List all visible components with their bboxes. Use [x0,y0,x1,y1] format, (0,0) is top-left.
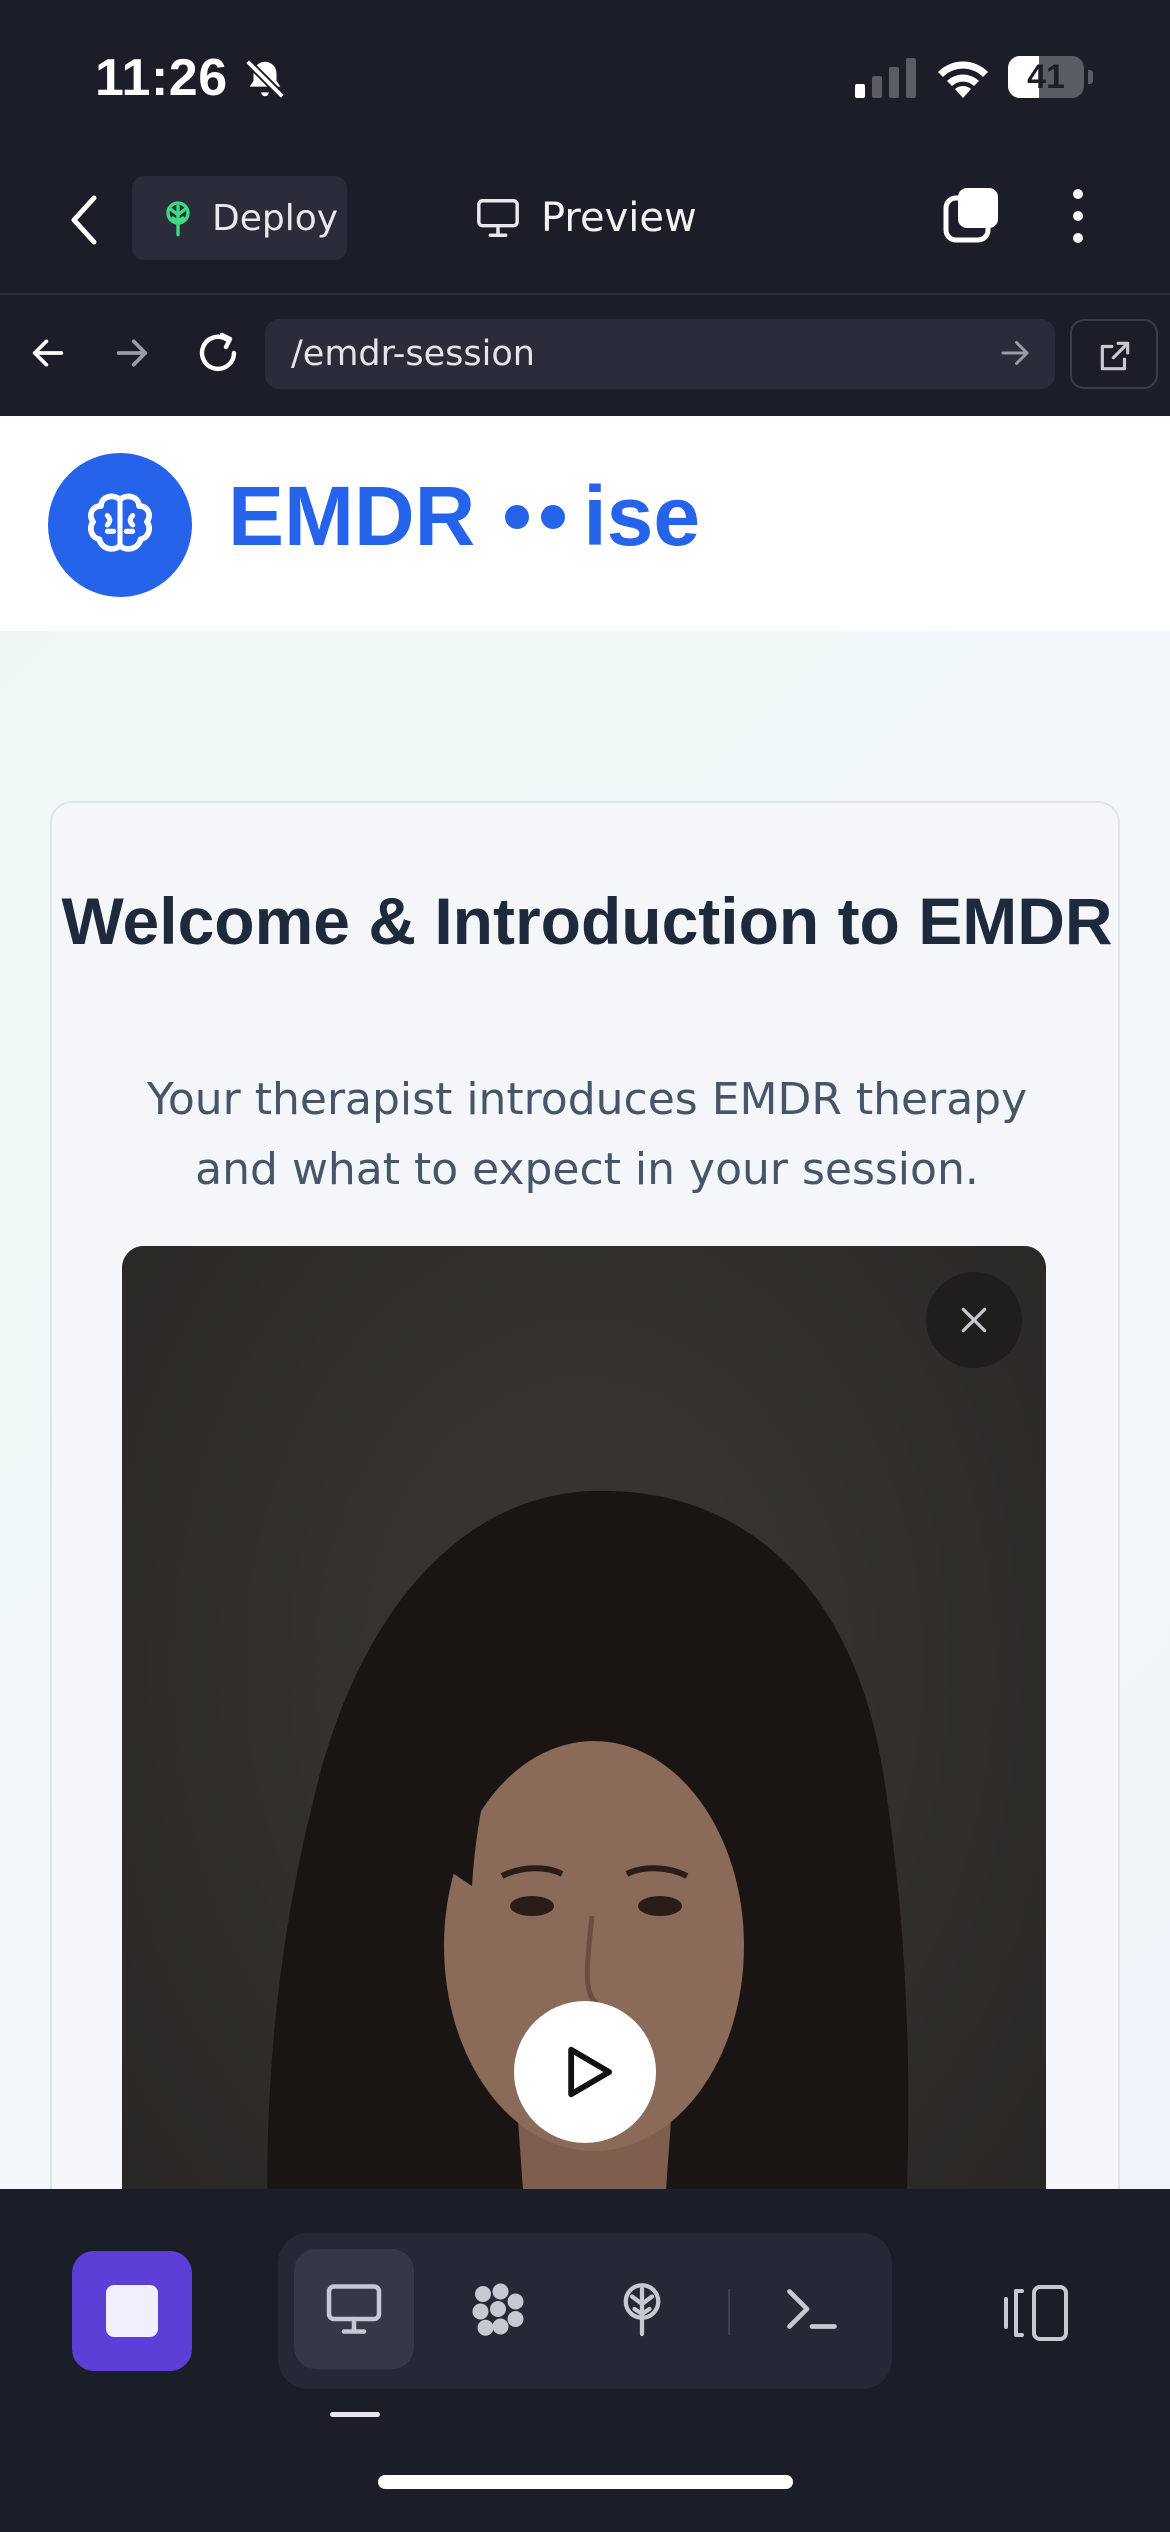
site-header: EMDR ise [0,416,1170,631]
preview-tab[interactable]: Preview [475,188,697,248]
monitor-icon [326,2284,382,2334]
brand-dots [505,504,566,529]
network-icon [472,2283,524,2336]
dock-preview-button[interactable] [294,2249,414,2369]
battery-icon: 41 [1008,56,1093,98]
deploy-tree-icon [166,201,190,237]
session-subtitle: Your therapist introduces EMDR therapy a… [146,1074,1028,1195]
more-vertical-icon[interactable] [1060,184,1096,248]
reload-icon[interactable] [194,329,242,377]
logo[interactable] [48,453,192,597]
split-view-icon[interactable] [1000,2281,1072,2345]
deploy-button[interactable]: Deploy [132,176,347,260]
deploy-label: Deploy [212,197,339,239]
deploy-tree-icon [623,2283,661,2337]
home-indicator [378,2475,793,2489]
dock-deploy-button[interactable] [582,2249,702,2369]
go-arrow-icon[interactable] [997,335,1033,371]
dock-separator [728,2289,730,2335]
bell-slash-icon [245,59,285,99]
brand-left: EMDR [228,469,476,563]
dock-network-button[interactable] [438,2249,558,2369]
cellular-signal-icon [855,58,916,98]
tabs-icon[interactable] [940,184,1004,248]
arrow-right-icon[interactable] [112,333,152,373]
status-time: 11:26 [95,49,228,107]
url-field[interactable]: /emdr-session [265,319,1055,389]
arrow-left-icon[interactable] [28,333,68,373]
play-button[interactable] [514,2001,656,2143]
url-text: /emdr-session [291,334,535,374]
dock-terminal-button[interactable] [752,2249,872,2369]
web-content: EMDR ise Welcome & Introduction to EMDR … [0,416,1170,2189]
browser-bar: /emdr-session [0,297,1170,415]
brain-icon [88,493,152,552]
play-icon [568,2046,612,2098]
close-icon [961,1307,987,1333]
status-bar: 11:26 41 [0,0,1170,160]
monitor-icon [477,199,519,237]
brand-name: EMDR ise [228,468,700,565]
dock-group [278,2233,892,2389]
bottom-dock [0,2189,1170,2532]
app-toolbar: Deploy Preview [0,160,1170,295]
video-close-button[interactable] [926,1272,1022,1368]
stop-icon [106,2285,158,2337]
session-title: Welcome & Introduction to EMDR [61,884,1113,958]
open-external-icon [1100,341,1130,371]
battery-level: 41 [1027,58,1065,96]
back-chevron-icon[interactable] [62,190,106,250]
terminal-icon [787,2289,837,2329]
wifi-icon [938,61,988,98]
active-tab-indicator [330,2412,380,2417]
brand-right: ise [583,469,701,563]
open-external-button[interactable] [1070,319,1158,389]
stop-button[interactable] [72,2251,192,2371]
preview-label: Preview [541,195,697,241]
